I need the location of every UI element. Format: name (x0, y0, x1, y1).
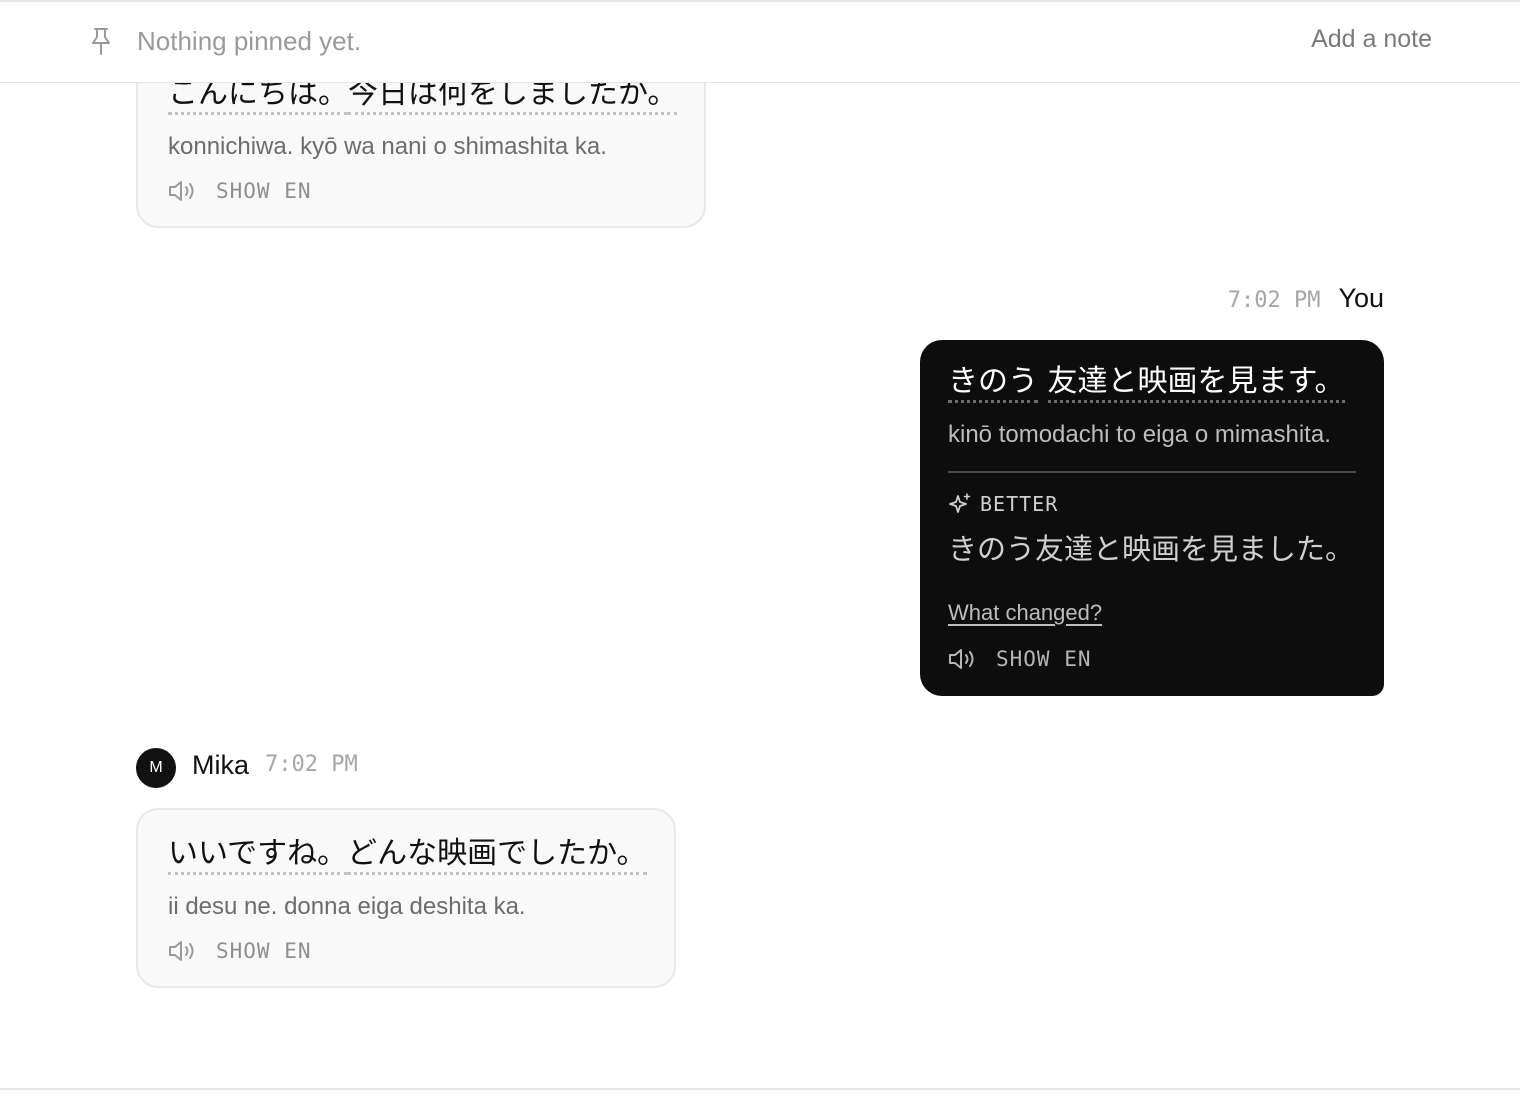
add-note-button[interactable]: Add a note (1311, 25, 1432, 54)
message-time: 7:02 PM (1227, 288, 1321, 313)
romaji-text: ii desu ne. donna eiga deshita ka. (168, 893, 526, 920)
better-label: BETTER (980, 492, 1059, 516)
sender-name: Mika (192, 750, 250, 780)
romaji-text: konnichiwa. kyō wa nani o shimashita ka. (168, 133, 607, 160)
speaker-icon[interactable] (948, 647, 978, 671)
show-en-button[interactable]: SHOW EN (216, 179, 312, 203)
avatar[interactable]: M (136, 748, 176, 788)
pin-icon (92, 28, 110, 55)
pinned-empty-text: Nothing pinned yet. (137, 26, 362, 56)
better-suggestion-text: きのう友達と映画を見ました。 (948, 532, 1355, 566)
japanese-text: きのう 友達と映画を見ます。 (948, 362, 1345, 403)
better-header: BETTER (948, 492, 1058, 516)
divider (948, 471, 1356, 473)
word-segment[interactable]: きのう (948, 364, 1038, 403)
word-segment[interactable]: どんな映画でしたか。 (347, 836, 647, 875)
show-en-button[interactable]: SHOW EN (996, 647, 1092, 671)
message-actions: SHOW EN (168, 179, 312, 203)
message-time: 7:02 PM (265, 752, 358, 777)
composer-divider (0, 1088, 1520, 1090)
chat-thread[interactable]: Nothing pinned yet. Add a note こんにちは。今日は… (0, 0, 1520, 1088)
message-actions: SHOW EN (168, 939, 312, 963)
speaker-icon[interactable] (168, 179, 198, 203)
what-changed-link[interactable]: What changed? (948, 600, 1102, 626)
pinned-bar: Nothing pinned yet. Add a note (0, 2, 1520, 83)
romaji-text: kinō tomodachi to eiga o mimashita. (948, 421, 1331, 448)
show-en-button[interactable]: SHOW EN (216, 939, 312, 963)
message-meta-you: 7:02 PM You (1228, 283, 1384, 314)
sender-name: You (1338, 283, 1384, 313)
sparkle-icon (949, 493, 971, 513)
japanese-text: いいですね。どんな映画でしたか。 (168, 834, 647, 875)
message-actions: SHOW EN (948, 647, 1092, 671)
message-bubble-outgoing: きのう 友達と映画を見ます。 kinō tomodachi to eiga o … (920, 340, 1384, 696)
speaker-icon[interactable] (168, 939, 198, 963)
word-segment[interactable]: いいですね。 (168, 836, 348, 875)
word-segment[interactable]: 友達と映画を見ます。 (1047, 364, 1345, 403)
message-bubble-incoming: いいですね。どんな映画でしたか。 ii desu ne. donna eiga … (136, 808, 676, 988)
